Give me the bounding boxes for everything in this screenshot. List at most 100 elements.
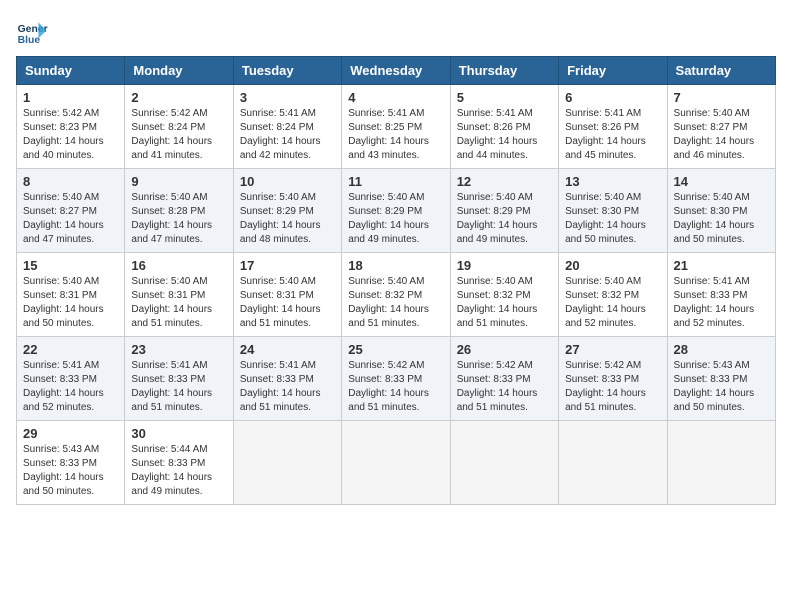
day-number: 12 — [457, 174, 552, 189]
day-number: 16 — [131, 258, 226, 273]
calendar-cell: 6 Sunrise: 5:41 AMSunset: 8:26 PMDaylight… — [559, 85, 667, 169]
day-number: 30 — [131, 426, 226, 441]
calendar-cell: 30 Sunrise: 5:44 AMSunset: 8:33 PMDayligh… — [125, 421, 233, 505]
weekday-header: Monday — [125, 57, 233, 85]
calendar-cell: 26 Sunrise: 5:42 AMSunset: 8:33 PMDayligh… — [450, 337, 558, 421]
day-number: 15 — [23, 258, 118, 273]
calendar-table: SundayMondayTuesdayWednesdayThursdayFrid… — [16, 56, 776, 505]
day-info: Sunrise: 5:41 AMSunset: 8:26 PMDaylight:… — [565, 108, 646, 161]
calendar-week-row: 1Sunrise: 5:42 AMSunset: 8:23 PMDaylight… — [17, 85, 776, 169]
day-info: Sunrise: 5:40 AMSunset: 8:29 PMDaylight:… — [240, 192, 321, 245]
day-info: Sunrise: 5:40 AMSunset: 8:32 PMDaylight:… — [348, 276, 429, 329]
day-info: Sunrise: 5:41 AMSunset: 8:33 PMDaylight:… — [240, 360, 321, 413]
day-number: 26 — [457, 342, 552, 357]
weekday-header: Tuesday — [233, 57, 341, 85]
day-number: 27 — [565, 342, 660, 357]
calendar-cell: 20 Sunrise: 5:40 AMSunset: 8:32 PMDayligh… — [559, 253, 667, 337]
calendar-week-row: 15 Sunrise: 5:40 AMSunset: 8:31 PMDayligh… — [17, 253, 776, 337]
day-info: Sunrise: 5:41 AMSunset: 8:33 PMDaylight:… — [131, 360, 212, 413]
logo: General Blue — [16, 16, 48, 48]
day-info: Sunrise: 5:44 AMSunset: 8:33 PMDaylight:… — [131, 444, 212, 497]
calendar-cell: 12 Sunrise: 5:40 AMSunset: 8:29 PMDayligh… — [450, 169, 558, 253]
day-info: Sunrise: 5:42 AMSunset: 8:33 PMDaylight:… — [348, 360, 429, 413]
calendar-cell: 22 Sunrise: 5:41 AMSunset: 8:33 PMDayligh… — [17, 337, 125, 421]
calendar-cell: 27 Sunrise: 5:42 AMSunset: 8:33 PMDayligh… — [559, 337, 667, 421]
calendar-cell: 9Sunrise: 5:40 AMSunset: 8:28 PMDaylight… — [125, 169, 233, 253]
day-number: 6 — [565, 90, 660, 105]
calendar-cell: 2 Sunrise: 5:42 AMSunset: 8:24 PMDaylight… — [125, 85, 233, 169]
day-number: 28 — [674, 342, 769, 357]
day-info: Sunrise: 5:40 AMSunset: 8:32 PMDaylight:… — [457, 276, 538, 329]
day-number: 19 — [457, 258, 552, 273]
day-number: 4 — [348, 90, 443, 105]
weekday-header: Saturday — [667, 57, 775, 85]
day-info: Sunrise: 5:41 AMSunset: 8:33 PMDaylight:… — [674, 276, 755, 329]
day-number: 20 — [565, 258, 660, 273]
calendar-cell: 16 Sunrise: 5:40 AMSunset: 8:31 PMDayligh… — [125, 253, 233, 337]
calendar-cell — [233, 421, 341, 505]
day-number: 10 — [240, 174, 335, 189]
day-number: 2 — [131, 90, 226, 105]
calendar-cell — [667, 421, 775, 505]
calendar-cell: 11Sunrise: 5:40 AMSunset: 8:29 PMDayligh… — [342, 169, 450, 253]
calendar-cell: 17Sunrise: 5:40 AMSunset: 8:31 PMDayligh… — [233, 253, 341, 337]
calendar-week-row: 22 Sunrise: 5:41 AMSunset: 8:33 PMDayligh… — [17, 337, 776, 421]
day-info: Sunrise: 5:41 AMSunset: 8:26 PMDaylight:… — [457, 108, 538, 161]
weekday-header: Sunday — [17, 57, 125, 85]
day-number: 25 — [348, 342, 443, 357]
day-number: 8 — [23, 174, 118, 189]
page-header: General Blue — [16, 16, 776, 48]
day-info: Sunrise: 5:40 AMSunset: 8:31 PMDaylight:… — [23, 276, 104, 329]
weekday-header: Friday — [559, 57, 667, 85]
day-info: Sunrise: 5:40 AMSunset: 8:30 PMDaylight:… — [674, 192, 755, 245]
calendar-cell: 8 Sunrise: 5:40 AMSunset: 8:27 PMDaylight… — [17, 169, 125, 253]
calendar-cell: 1Sunrise: 5:42 AMSunset: 8:23 PMDaylight… — [17, 85, 125, 169]
calendar-cell: 15 Sunrise: 5:40 AMSunset: 8:31 PMDayligh… — [17, 253, 125, 337]
day-info: Sunrise: 5:40 AMSunset: 8:31 PMDaylight:… — [131, 276, 212, 329]
calendar-cell — [559, 421, 667, 505]
calendar-cell: 24 Sunrise: 5:41 AMSunset: 8:33 PMDayligh… — [233, 337, 341, 421]
calendar-cell: 19 Sunrise: 5:40 AMSunset: 8:32 PMDayligh… — [450, 253, 558, 337]
calendar-header-row: SundayMondayTuesdayWednesdayThursdayFrid… — [17, 57, 776, 85]
day-number: 14 — [674, 174, 769, 189]
day-number: 24 — [240, 342, 335, 357]
day-info: Sunrise: 5:40 AMSunset: 8:28 PMDaylight:… — [131, 192, 212, 245]
day-info: Sunrise: 5:43 AMSunset: 8:33 PMDaylight:… — [674, 360, 755, 413]
weekday-header: Thursday — [450, 57, 558, 85]
calendar-cell: 21 Sunrise: 5:41 AMSunset: 8:33 PMDayligh… — [667, 253, 775, 337]
day-number: 29 — [23, 426, 118, 441]
day-number: 22 — [23, 342, 118, 357]
day-info: Sunrise: 5:40 AMSunset: 8:32 PMDaylight:… — [565, 276, 646, 329]
calendar-week-row: 8 Sunrise: 5:40 AMSunset: 8:27 PMDaylight… — [17, 169, 776, 253]
day-info: Sunrise: 5:43 AMSunset: 8:33 PMDaylight:… — [23, 444, 104, 497]
logo-icon: General Blue — [16, 16, 48, 48]
calendar-cell — [342, 421, 450, 505]
calendar-cell: 28 Sunrise: 5:43 AMSunset: 8:33 PMDayligh… — [667, 337, 775, 421]
calendar-cell: 7Sunrise: 5:40 AMSunset: 8:27 PMDaylight… — [667, 85, 775, 169]
weekday-header: Wednesday — [342, 57, 450, 85]
day-number: 21 — [674, 258, 769, 273]
day-info: Sunrise: 5:40 AMSunset: 8:27 PMDaylight:… — [23, 192, 104, 245]
day-info: Sunrise: 5:40 AMSunset: 8:30 PMDaylight:… — [565, 192, 646, 245]
day-number: 23 — [131, 342, 226, 357]
day-info: Sunrise: 5:41 AMSunset: 8:33 PMDaylight:… — [23, 360, 104, 413]
day-info: Sunrise: 5:40 AMSunset: 8:31 PMDaylight:… — [240, 276, 321, 329]
calendar-cell: 5Sunrise: 5:41 AMSunset: 8:26 PMDaylight… — [450, 85, 558, 169]
calendar-cell: 3Sunrise: 5:41 AMSunset: 8:24 PMDaylight… — [233, 85, 341, 169]
day-number: 3 — [240, 90, 335, 105]
calendar-cell: 14 Sunrise: 5:40 AMSunset: 8:30 PMDayligh… — [667, 169, 775, 253]
calendar-week-row: 29 Sunrise: 5:43 AMSunset: 8:33 PMDayligh… — [17, 421, 776, 505]
calendar-cell: 25 Sunrise: 5:42 AMSunset: 8:33 PMDayligh… — [342, 337, 450, 421]
day-number: 13 — [565, 174, 660, 189]
day-info: Sunrise: 5:42 AMSunset: 8:33 PMDaylight:… — [457, 360, 538, 413]
calendar-cell: 29 Sunrise: 5:43 AMSunset: 8:33 PMDayligh… — [17, 421, 125, 505]
day-number: 18 — [348, 258, 443, 273]
day-info: Sunrise: 5:40 AMSunset: 8:29 PMDaylight:… — [457, 192, 538, 245]
day-number: 1 — [23, 90, 118, 105]
calendar-cell: 23 Sunrise: 5:41 AMSunset: 8:33 PMDayligh… — [125, 337, 233, 421]
day-info: Sunrise: 5:42 AMSunset: 8:33 PMDaylight:… — [565, 360, 646, 413]
calendar-cell: 4Sunrise: 5:41 AMSunset: 8:25 PMDaylight… — [342, 85, 450, 169]
calendar-cell: 10 Sunrise: 5:40 AMSunset: 8:29 PMDayligh… — [233, 169, 341, 253]
calendar-cell: 18 Sunrise: 5:40 AMSunset: 8:32 PMDayligh… — [342, 253, 450, 337]
day-info: Sunrise: 5:42 AMSunset: 8:24 PMDaylight:… — [131, 108, 212, 161]
